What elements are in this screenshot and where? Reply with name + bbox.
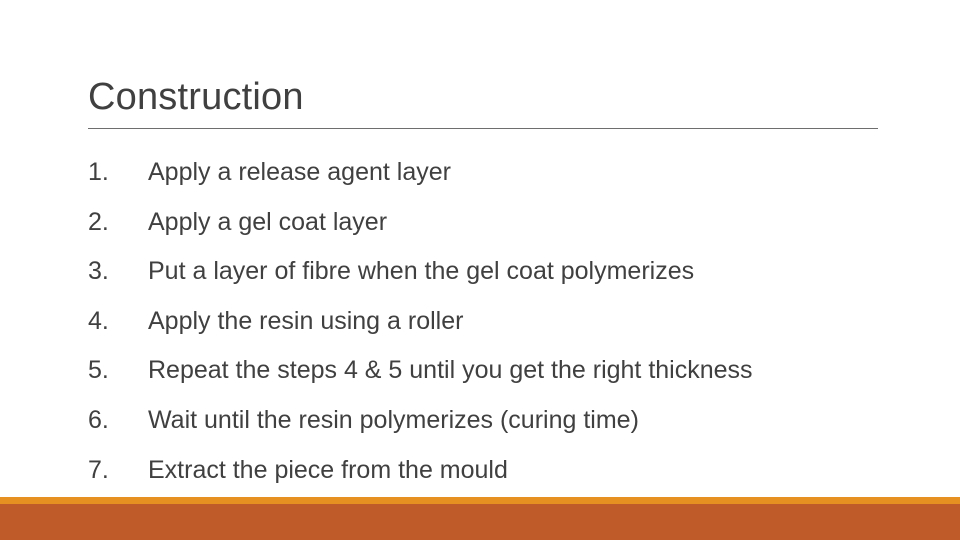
list-item-number: 1. (88, 158, 109, 186)
list-item: 6. Wait until the resin polymerizes (cur… (88, 396, 888, 446)
list-item-label: Apply a release agent layer (148, 158, 451, 186)
list-item-label: Apply the resin using a roller (148, 306, 464, 335)
list-item-number: 7. (88, 455, 109, 484)
list-item: 7. Extract the piece from the mould (88, 446, 888, 496)
list-item-number: 2. (88, 207, 109, 236)
list-item: 3. Put a layer of fibre when the gel coa… (88, 247, 888, 297)
list-item-number: 5. (88, 356, 109, 385)
title-underline-rule (88, 128, 878, 129)
construction-steps-list: 1. Apply a release agent layer 2. Apply … (88, 148, 888, 495)
page-title: Construction (88, 76, 304, 118)
footer-accent-band-terracotta (0, 504, 960, 540)
list-item-label: Put a layer of fibre when the gel coat p… (148, 257, 695, 286)
list-item-number: 6. (88, 405, 109, 434)
list-item: 5. Repeat the steps 4 & 5 until you get … (88, 346, 888, 396)
list-item-label: Repeat the steps 4 & 5 until you get the… (148, 356, 753, 385)
list-item-label: Wait until the resin polymerizes (curing… (148, 405, 639, 434)
footer-accent-band-amber (0, 497, 960, 504)
list-item-number: 3. (88, 257, 109, 286)
list-item-label: Extract the piece from the mould (148, 455, 508, 484)
list-item: 2. Apply a gel coat layer (88, 198, 888, 248)
title-block: Construction (88, 78, 878, 116)
list-item-number: 4. (88, 306, 109, 335)
list-item: 4. Apply the resin using a roller (88, 297, 888, 347)
list-item-label: Apply a gel coat layer (148, 207, 388, 236)
slide-canvas: Construction 1. Apply a release agent la… (0, 0, 960, 540)
list-item: 1. Apply a release agent layer (88, 148, 888, 198)
